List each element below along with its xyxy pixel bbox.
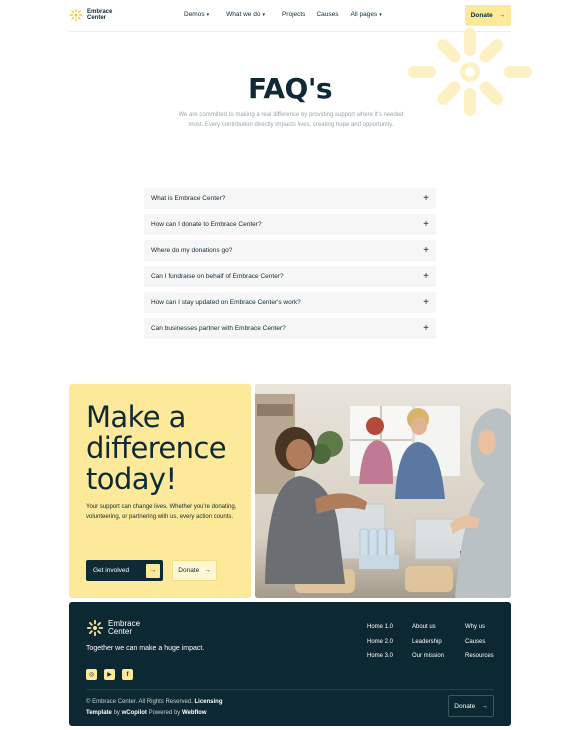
template-link[interactable]: Template (86, 710, 112, 716)
volunteers-photo (255, 384, 511, 598)
footer-link[interactable]: Resources (465, 649, 494, 664)
cta-heading-line: Make a (86, 400, 186, 434)
faq-item[interactable]: Where do my donations go? + (144, 240, 436, 261)
chevron-down-icon: ▾ (379, 12, 382, 18)
brand-name: Embrace Center (87, 8, 113, 22)
faq-question: Can I fundraise on behalf of Embrace Cen… (151, 273, 284, 280)
plus-icon: + (423, 322, 429, 334)
footer-column-resources: Why us Causes Resources (465, 620, 494, 664)
arrow-right-icon: → (498, 12, 506, 19)
faq-item[interactable]: How can I donate to Embrace Center? + (144, 214, 436, 235)
donate-label: Donate (454, 702, 476, 710)
footer-link[interactable]: Leadership (412, 635, 444, 650)
cta-heading-line: today! (86, 462, 177, 496)
faq-list: What is Embrace Center? + How can I donat… (144, 188, 436, 344)
social-links: ◎ ▶ f (86, 669, 133, 680)
faq-item[interactable]: What is Embrace Center? + (144, 188, 436, 209)
page-title: FAQ's (247, 72, 333, 105)
plus-icon: + (423, 218, 429, 230)
cta-heading: Make a difference today! (86, 400, 227, 496)
faq-question: What is Embrace Center? (151, 195, 226, 202)
faq-item[interactable]: Can businesses partner with Embrace Cent… (144, 318, 436, 339)
plus-icon: + (423, 244, 429, 256)
arrow-right-icon: → (481, 702, 488, 710)
footer-tagline: Together we can make a huge impact. (86, 645, 205, 652)
plus-icon: + (423, 296, 429, 308)
footer-link[interactable]: Causes (465, 635, 494, 650)
footer-link[interactable]: Our mission (412, 649, 444, 664)
donate-label: Donate (470, 12, 493, 19)
site-footer: Embrace Center Together we can make a hu… (69, 602, 511, 726)
licensing-link[interactable]: Licensing (194, 699, 222, 705)
footer-copyright: © Embrace Center. All Rights Reserved. L… (86, 697, 296, 719)
arrow-right-icon: → (146, 563, 160, 578)
facebook-icon[interactable]: f (122, 669, 133, 680)
menu-item-projects[interactable]: Projects (282, 11, 305, 18)
footer-link[interactable]: Home 3.0 (367, 649, 393, 664)
menu-item-causes[interactable]: Causes (316, 11, 338, 18)
cta-text: Your support can change lives. Whether y… (86, 504, 237, 520)
arrow-right-icon: → (204, 567, 211, 574)
footer-link[interactable]: About us (412, 620, 444, 635)
menu-label: Projects (281, 11, 306, 18)
chevron-down-icon: ▾ (262, 12, 265, 18)
footer-divider (86, 689, 494, 690)
sun-logo-icon (86, 619, 104, 637)
wcopilot-link[interactable]: wCopilot (122, 710, 147, 716)
faq-question: Where do my donations go? (151, 247, 233, 254)
faq-question: How can I stay updated on Embrace Center… (151, 299, 301, 306)
volunteers-photo-illustration (255, 384, 511, 598)
footer-link[interactable]: Home 2.0 (367, 635, 393, 650)
sun-logo-icon (69, 8, 83, 22)
faq-item[interactable]: Can I fundraise on behalf of Embrace Cen… (144, 266, 436, 287)
footer-logo[interactable]: Embrace Center (86, 619, 148, 637)
footer-column-about: About us Leadership Our mission (412, 620, 444, 664)
faq-item[interactable]: How can I stay updated on Embrace Center… (144, 292, 436, 313)
cta-card: Make a difference today! Your support ca… (69, 384, 251, 598)
donate-label: Donate (178, 567, 200, 574)
menu-label: Demos (184, 11, 205, 18)
by-text: by (113, 710, 120, 716)
menu-item-what-we-do[interactable]: What we do ▾ (226, 11, 265, 18)
powered-by-text: Powered by (148, 710, 181, 716)
youtube-icon[interactable]: ▶ (104, 669, 115, 680)
plus-icon: + (423, 192, 429, 204)
footer-column-home: Home 1.0 Home 2.0 Home 3.0 (367, 620, 393, 664)
footer-donate-button[interactable]: Donate → (448, 695, 494, 717)
footer-link[interactable]: Home 1.0 (367, 620, 393, 635)
instagram-icon[interactable]: ◎ (86, 669, 97, 680)
menu-label: What we do (226, 11, 261, 18)
cta-donate-button[interactable]: Donate → (172, 560, 217, 581)
menu-label: Causes (316, 11, 339, 18)
menu-item-all-pages[interactable]: All pages ▾ (350, 11, 381, 18)
get-involved-label: Get involved (93, 567, 130, 574)
faq-question: Can businesses partner with Embrace Cent… (151, 325, 286, 332)
faq-question: How can I donate to Embrace Center? (151, 221, 262, 228)
menu-item-demos[interactable]: Demos ▾ (184, 11, 209, 18)
cta-heading-line: difference (86, 431, 227, 465)
footer-brand-name: Embrace Center (108, 618, 141, 636)
page-subtitle: We are committed to making a real differ… (178, 112, 404, 128)
menu-label: All pages (350, 11, 378, 18)
brand-logo[interactable]: Embrace Center (69, 8, 117, 22)
footer-link[interactable]: Why us (465, 620, 494, 635)
plus-icon: + (423, 270, 429, 282)
chevron-down-icon: ▾ (206, 12, 210, 18)
get-involved-button[interactable]: Get involved → (86, 560, 163, 581)
main-menu: Demos ▾ What we do ▾ Projects Causes All p… (184, 11, 382, 18)
nav-donate-button[interactable]: Donate → (465, 5, 511, 26)
webflow-link[interactable]: Webflow (182, 710, 207, 716)
copyright-text: © Embrace Center. All Rights Reserved. (86, 699, 193, 705)
